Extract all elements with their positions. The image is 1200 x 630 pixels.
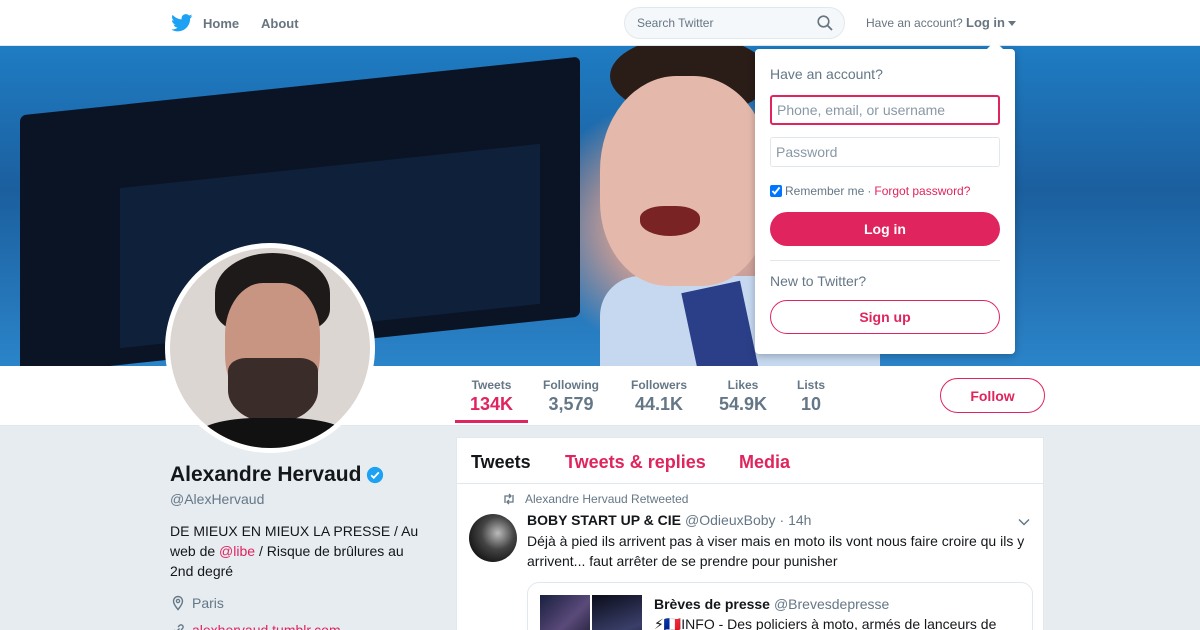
remember-row: Remember me · Forgot password? <box>770 184 970 198</box>
profile-location: Paris <box>170 595 224 611</box>
quoted-tweet-header: Brèves de presse @Brevesdepresse <box>654 596 889 612</box>
bio-mention-link[interactable]: @libe <box>219 543 255 559</box>
remember-me-label[interactable]: Remember me <box>785 184 864 198</box>
location-pin-icon <box>172 595 184 611</box>
avatar-beard <box>228 358 318 423</box>
tweet-author-name[interactable]: BOBY START UP & CIE <box>527 512 681 528</box>
follow-button[interactable]: Follow <box>940 378 1045 413</box>
stat-value: 134K <box>470 394 514 414</box>
tweet-timestamp[interactable]: · 14h <box>780 512 812 528</box>
tab-tweets-replies[interactable]: Tweets & replies <box>565 452 706 473</box>
have-account-text: Have an account? <box>866 16 963 30</box>
login-toggle-label: Log in <box>966 15 1005 30</box>
stat-label: Followers <box>631 378 688 392</box>
login-button[interactable]: Log in <box>770 212 1000 246</box>
tweet-header: BOBY START UP & CIE @OdieuxBoby · 14h <box>527 512 811 528</box>
profile-name-row: Alexandre Hervaud <box>170 463 384 487</box>
search-icon[interactable] <box>817 15 833 31</box>
tweet-author-avatar[interactable] <box>469 514 517 562</box>
dropdown-title: Have an account? <box>770 66 883 82</box>
stat-label: Following <box>543 378 599 392</box>
twitter-bird-icon <box>171 14 193 32</box>
retweeted-by-text[interactable]: Alexandre Hervaud Retweeted <box>525 492 688 506</box>
caret-down-icon <box>1008 20 1016 26</box>
website-link[interactable]: alexhervaud.tumblr.com <box>192 622 341 630</box>
timeline: Tweets Tweets & replies Media Alexandre … <box>456 437 1044 630</box>
password-input[interactable] <box>770 137 1000 167</box>
login-dropdown: Have an account? Remember me · Forgot pa… <box>755 41 1015 354</box>
stat-label: Lists <box>797 378 826 392</box>
quoted-author-name: Brèves de presse <box>654 596 770 612</box>
profile-avatar[interactable] <box>165 243 375 453</box>
chevron-down-icon[interactable] <box>1018 516 1030 528</box>
stat-tweets[interactable]: Tweets 134K <box>454 378 529 423</box>
dropdown-divider <box>770 260 1000 261</box>
tweet-author-handle[interactable]: @OdieuxBoby <box>685 512 775 528</box>
top-nav: Home About Search Twitter Have an accoun… <box>0 0 1200 46</box>
stat-value: 10 <box>800 394 822 414</box>
retweet-icon <box>504 493 514 505</box>
stat-lists[interactable]: Lists 10 <box>797 378 825 415</box>
profile-name[interactable]: Alexandre Hervaud <box>170 463 361 487</box>
quoted-tweet-image <box>592 595 642 630</box>
quoted-author-handle: @Brevesdepresse <box>773 596 890 612</box>
new-to-twitter-text: New to Twitter? <box>770 273 867 289</box>
search-box[interactable]: Search Twitter <box>624 7 845 39</box>
quoted-tweet-text: ⚡🇫🇷INFO - Des policiers à moto, armés de… <box>654 616 997 630</box>
stat-followers[interactable]: Followers 44.1K <box>631 378 687 415</box>
location-text: Paris <box>192 595 224 611</box>
avatar-shirt <box>190 418 355 448</box>
link-icon <box>174 624 184 630</box>
nav-home-label: Home <box>203 15 240 31</box>
profile-website[interactable]: alexhervaud.tumblr.com <box>170 622 341 630</box>
login-dropdown-toggle[interactable]: Log in <box>966 15 1016 30</box>
tab-media[interactable]: Media <box>739 452 790 473</box>
stat-label: Tweets <box>471 378 512 392</box>
stat-value: 54.9K <box>719 394 768 414</box>
banner-face <box>600 76 770 286</box>
nav-about-link[interactable]: About <box>261 16 299 31</box>
stat-label: Likes <box>727 378 759 392</box>
quoted-tweet-image <box>540 595 590 630</box>
stat-likes[interactable]: Likes 54.9K <box>719 378 767 415</box>
stat-value: 44.1K <box>634 394 684 414</box>
banner-mouth <box>640 206 700 236</box>
profile-handle[interactable]: @AlexHervaud <box>170 491 264 507</box>
stat-value: 3,579 <box>548 394 594 414</box>
stat-following[interactable]: Following 3,579 <box>543 378 599 415</box>
signup-button[interactable]: Sign up <box>770 300 1000 334</box>
separator-dot: · <box>867 184 872 198</box>
username-input[interactable] <box>770 95 1000 125</box>
forgot-password-link[interactable]: Forgot password? <box>874 184 970 198</box>
retweet-context: Alexandre Hervaud Retweeted <box>502 492 688 506</box>
tab-tweets[interactable]: Tweets <box>471 452 531 473</box>
timeline-tabs: Tweets Tweets & replies Media <box>457 438 1043 484</box>
tweet-text: Déjà à pied ils arrivent pas à viser mai… <box>527 533 1025 569</box>
profile-bio: DE MIEUX EN MIEUX LA PRESSE / Au web de … <box>170 521 430 581</box>
nav-home-link[interactable]: Home <box>171 14 239 32</box>
avatar-photo <box>170 248 370 448</box>
verified-badge-icon <box>367 466 384 484</box>
remember-me-checkbox[interactable] <box>770 185 782 197</box>
quoted-tweet[interactable]: Brèves de presse @Brevesdepresse ⚡🇫🇷INFO… <box>527 582 1033 630</box>
search-placeholder: Search Twitter <box>637 16 714 30</box>
